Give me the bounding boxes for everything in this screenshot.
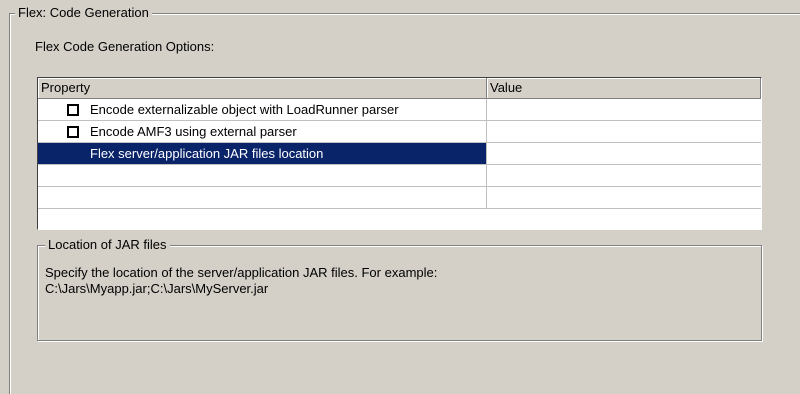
encode-amf3-checkbox[interactable] xyxy=(67,125,79,138)
grid-row-jar-location[interactable]: Flex server/application JAR files locati… xyxy=(38,143,761,165)
property-label: Encode externalizable object with LoadRu… xyxy=(90,102,399,117)
column-header-value[interactable]: Value xyxy=(487,78,761,98)
encode-externalizable-checkbox[interactable] xyxy=(67,103,79,116)
property-cell[interactable]: Encode AMF3 using external parser xyxy=(38,121,487,142)
property-grid[interactable]: Property Value Encode externalizable obj… xyxy=(37,77,762,230)
property-cell[interactable]: Encode externalizable object with LoadRu… xyxy=(38,99,487,120)
value-cell[interactable] xyxy=(487,143,761,164)
property-cell[interactable] xyxy=(38,165,487,186)
grid-row-empty[interactable] xyxy=(38,165,761,187)
description-example: C:\Jars\Myapp.jar;C:\Jars\MyServer.jar xyxy=(45,281,269,296)
property-cell[interactable] xyxy=(38,187,487,208)
property-cell[interactable]: Flex server/application JAR files locati… xyxy=(38,143,487,164)
description-title: Location of JAR files xyxy=(45,237,170,253)
value-cell[interactable] xyxy=(487,187,761,208)
description-text: Specify the location of the server/appli… xyxy=(45,265,437,297)
grid-row-encode-externalizable[interactable]: Encode externalizable object with LoadRu… xyxy=(38,99,761,121)
grid-row-encode-amf3[interactable]: Encode AMF3 using external parser xyxy=(38,121,761,143)
grid-row-empty[interactable] xyxy=(38,187,761,209)
property-label: Flex server/application JAR files locati… xyxy=(90,146,324,161)
value-cell[interactable] xyxy=(487,165,761,186)
group-title: Flex: Code Generation xyxy=(15,5,152,21)
value-cell[interactable] xyxy=(487,121,761,142)
column-header-property[interactable]: Property xyxy=(38,78,487,98)
description-line: Specify the location of the server/appli… xyxy=(45,265,438,280)
value-cell[interactable] xyxy=(487,99,761,120)
options-label: Flex Code Generation Options: xyxy=(35,39,215,54)
property-label: Encode AMF3 using external parser xyxy=(90,124,297,139)
grid-header: Property Value xyxy=(38,78,761,99)
